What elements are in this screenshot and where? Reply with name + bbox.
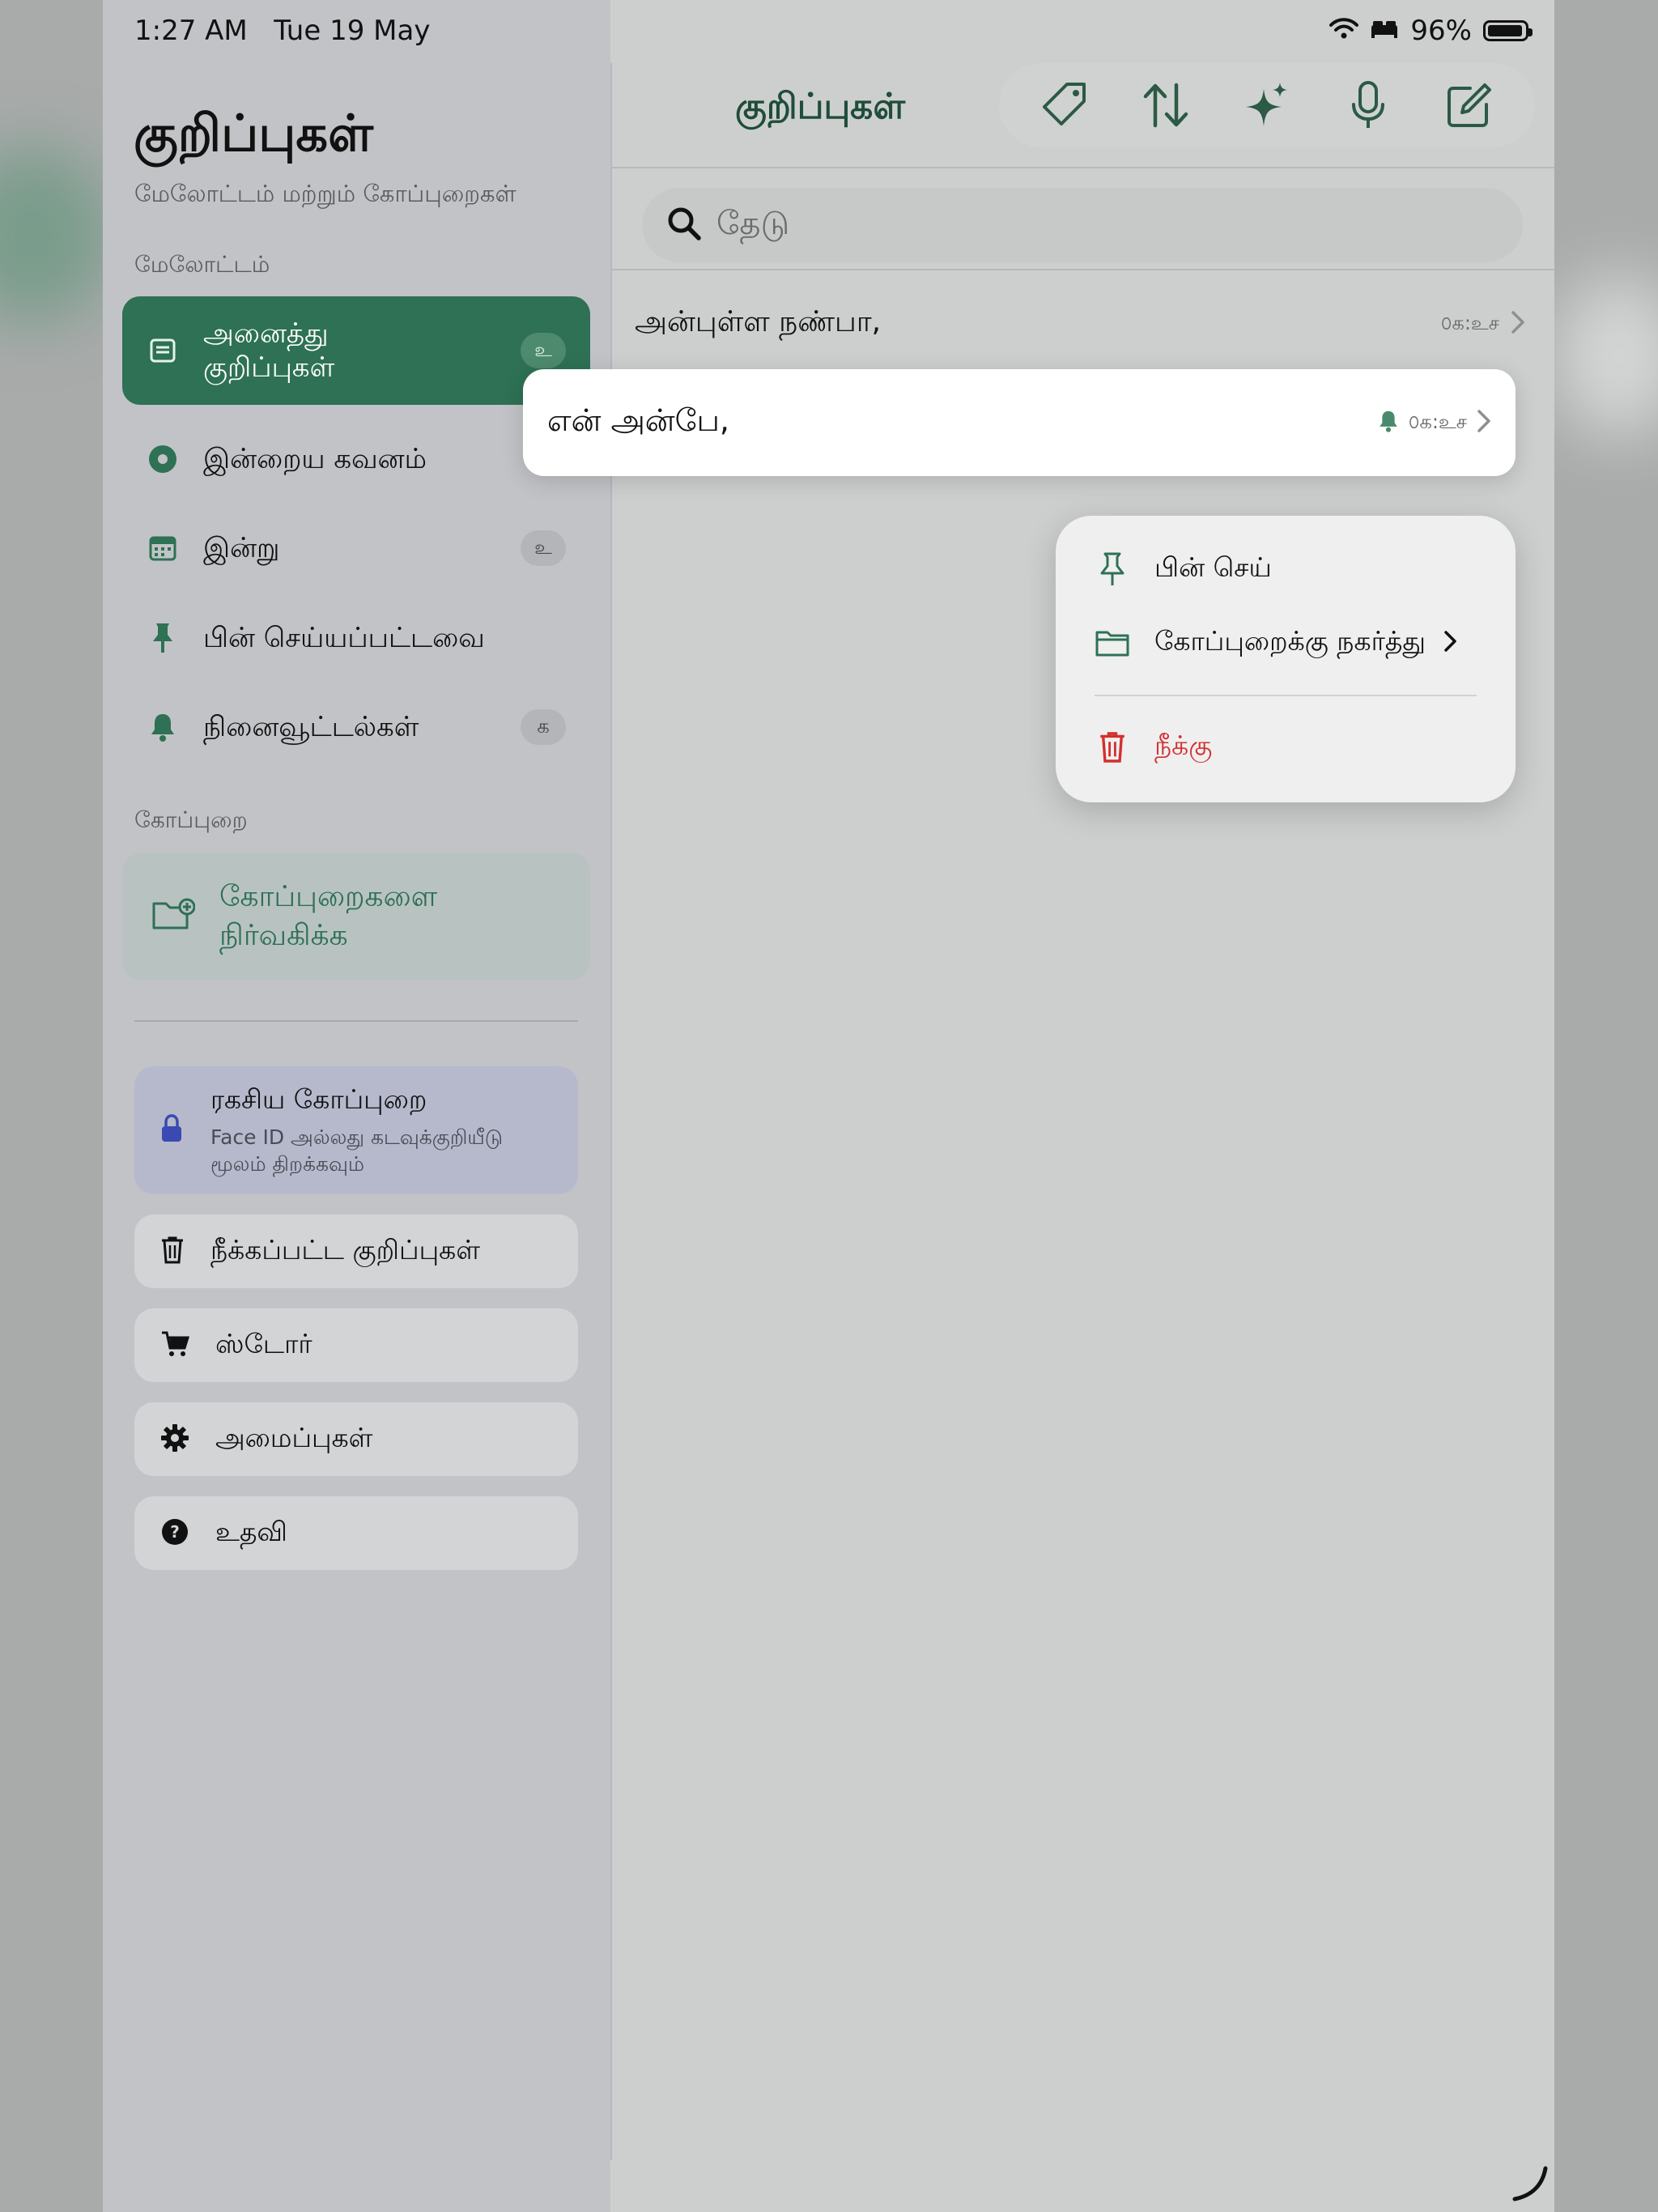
sparkles-icon[interactable] <box>1235 73 1299 138</box>
pin-outline-icon <box>1095 551 1130 587</box>
context-menu: பின் செய் கோப்புறைக்கு நகர்த்து நீக்கு <box>1056 516 1516 802</box>
sidebar-item-label: இன்றைய கவனம் <box>203 443 427 475</box>
deleted-notes-label: நீக்கப்பட்ட குறிப்புகள் <box>210 1233 481 1266</box>
help-icon: ? <box>160 1517 189 1550</box>
note-preview-card[interactable]: என் அன்பே, ௦க:உச <box>523 369 1516 476</box>
wifi-icon <box>1329 15 1359 47</box>
settings-label: அமைப்புகள் <box>215 1421 373 1453</box>
store-label: ஸ்டோர் <box>215 1327 312 1359</box>
section-overview-label: மேலோட்டம் <box>134 251 270 278</box>
folder-icon <box>1095 625 1130 661</box>
chevron-right-icon <box>1443 629 1458 657</box>
manage-folders-label: கோப்புறைகளை நிர்வகிக்க <box>219 880 438 952</box>
sidebar-item-label: அனைத்து குறிப்புகள் <box>203 317 335 384</box>
gear-icon <box>160 1423 189 1456</box>
page-title: குறிப்புகள் <box>735 86 906 127</box>
search-placeholder: தேடு <box>716 204 790 242</box>
menu-item-label: கோப்புறைக்கு நகர்த்து <box>1154 625 1426 657</box>
note-time: ௦க:உச <box>1408 410 1467 433</box>
search-divider <box>612 269 1554 270</box>
sleep-mode-icon <box>1370 15 1399 47</box>
cart-icon <box>160 1330 190 1361</box>
menu-item-pin[interactable]: பின் செய் <box>1095 551 1483 587</box>
sidebar: 1:27 AM Tue 19 May குறிப்புகள் மேலோட்டம்… <box>103 0 610 2212</box>
status-indicators: 96% <box>1329 15 1533 47</box>
toolbar <box>999 63 1535 147</box>
microphone-icon[interactable] <box>1336 73 1401 138</box>
sidebar-item-today-focus[interactable]: இன்றைய கவனம் <box>122 431 590 487</box>
compose-icon[interactable] <box>1437 73 1502 138</box>
sidebar-item-reminders[interactable]: நினைவூட்டல்கள் க <box>122 699 590 755</box>
pin-icon <box>147 622 179 654</box>
menu-separator <box>1095 695 1477 696</box>
sidebar-item-label: நினைவூட்டல்கள் <box>203 711 419 743</box>
chevron-right-icon <box>1511 310 1525 338</box>
note-title: என் அன்பே, <box>547 402 729 438</box>
sidebar-item-pinned[interactable]: பின் செய்யப்பட்டவை <box>122 610 590 666</box>
manage-folders-button[interactable]: கோப்புறைகளை நிர்வகிக்க <box>122 853 590 981</box>
status-date: Tue 19 May <box>274 15 431 47</box>
status-time: 1:27 AM <box>134 15 248 47</box>
help-label: உதவி <box>215 1515 287 1547</box>
note-meta: ௦க:உச <box>1441 310 1525 338</box>
secret-folder-title: ரகசிய கோப்புறை <box>210 1083 427 1115</box>
store-button[interactable]: ஸ்டோர் <box>134 1308 578 1382</box>
header-divider <box>612 167 1554 168</box>
note-time: ௦க:உச <box>1440 311 1499 334</box>
deleted-notes-button[interactable]: நீக்கப்பட்ட குறிப்புகள் <box>134 1214 578 1288</box>
sidebar-item-today[interactable]: இன்று உ <box>122 520 590 576</box>
chevron-right-icon <box>1477 409 1491 436</box>
section-folder-label: கோப்புறை <box>134 806 248 833</box>
battery-percent: 96% <box>1410 15 1472 47</box>
battery-nub <box>1528 28 1533 36</box>
sidebar-divider <box>134 1020 578 1022</box>
calendar-icon <box>147 532 179 564</box>
note-icon <box>147 334 179 367</box>
trash-icon <box>160 1236 185 1268</box>
sidebar-item-label: இன்று <box>203 532 280 564</box>
count-badge: க <box>521 709 566 745</box>
settings-button[interactable]: அமைப்புகள் <box>134 1402 578 1476</box>
menu-item-move-to-folder[interactable]: கோப்புறைக்கு நகர்த்து <box>1095 625 1483 661</box>
lock-icon <box>160 1114 183 1146</box>
count-badge: உ <box>521 530 566 566</box>
note-title: அன்புள்ள நண்பா, <box>635 305 882 338</box>
secret-folder-text: ரகசிய கோப்புறை Face ID அல்லது கடவுக்குறி… <box>210 1083 534 1177</box>
sidebar-title: குறிப்புகள் <box>134 104 373 163</box>
sidebar-subtitle: மேலோட்டம் மற்றும் கோப்புறைகள் <box>134 180 517 207</box>
menu-item-label: பின் செய் <box>1154 551 1272 583</box>
battery-fill <box>1488 25 1522 36</box>
bell-icon <box>147 711 179 743</box>
search-input[interactable]: தேடு <box>642 188 1523 262</box>
sidebar-item-all-notes[interactable]: அனைத்து குறிப்புகள் உ <box>122 296 590 405</box>
trash-icon <box>1095 730 1130 765</box>
target-icon <box>147 443 179 475</box>
notes-app: 1:27 AM Tue 19 May குறிப்புகள் மேலோட்டம்… <box>103 0 1554 2212</box>
search-icon <box>666 206 702 245</box>
menu-item-delete[interactable]: நீக்கு <box>1095 730 1483 765</box>
bell-icon <box>1378 409 1399 436</box>
status-time-date: 1:27 AM Tue 19 May <box>134 15 430 47</box>
svg-text:?: ? <box>170 1522 180 1542</box>
battery-icon <box>1483 20 1533 41</box>
resize-handle-icon[interactable] <box>1510 2163 1550 2207</box>
folder-add-icon <box>151 897 196 936</box>
count-badge: உ <box>521 333 566 368</box>
sidebar-item-label: பின் செய்யப்பட்டவை <box>203 622 485 654</box>
background-blur <box>1554 275 1658 437</box>
background-blur <box>0 146 113 324</box>
sort-icon[interactable] <box>1133 73 1198 138</box>
secret-folder-button[interactable]: ரகசிய கோப்புறை Face ID அல்லது கடவுக்குறி… <box>134 1066 578 1194</box>
menu-item-label: நீக்கு <box>1154 730 1213 761</box>
note-row[interactable]: அன்புள்ள நண்பா, ௦க:உச <box>635 291 1525 356</box>
tag-icon[interactable] <box>1032 73 1097 138</box>
secret-folder-subtitle: Face ID அல்லது கடவுக்குறியீடு மூலம் திறக… <box>210 1125 504 1176</box>
note-meta: ௦க:உச <box>1378 409 1491 436</box>
help-button[interactable]: ? உதவி <box>134 1496 578 1570</box>
